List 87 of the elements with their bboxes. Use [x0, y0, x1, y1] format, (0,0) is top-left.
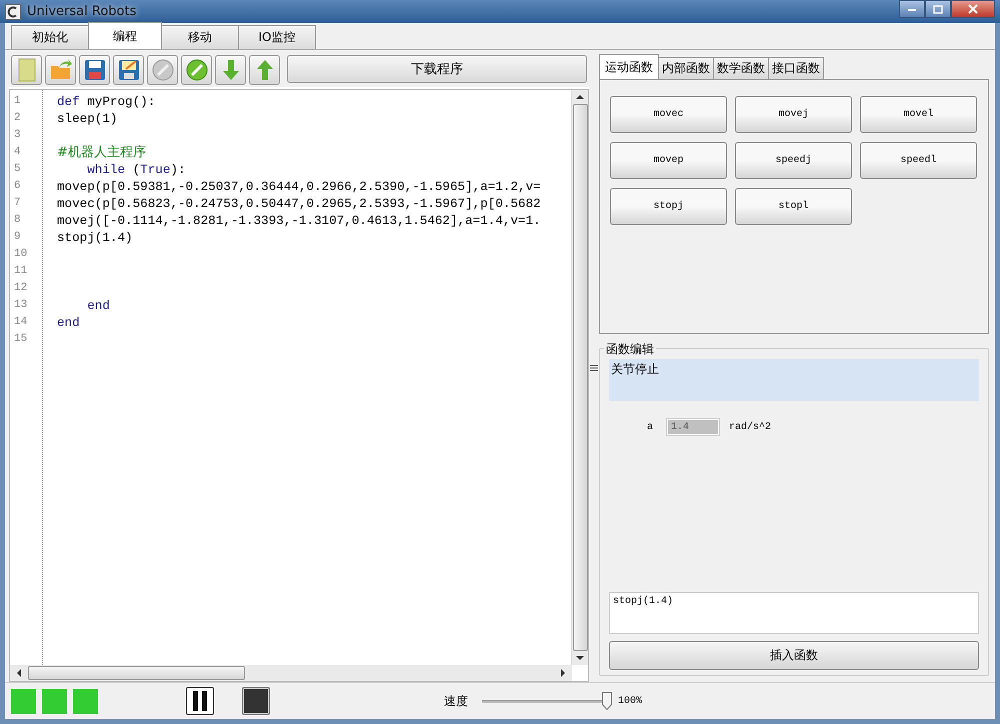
code-line: end	[86, 299, 110, 313]
open-folder-button[interactable]	[45, 55, 76, 85]
function-button[interactable]: stopl	[735, 188, 852, 225]
code-line: while (True):	[86, 163, 186, 177]
speed-reading: 100%	[618, 696, 642, 706]
scroll-right-icon	[560, 669, 566, 677]
document-icon	[16, 58, 38, 82]
horizontal-scrollbar[interactable]	[10, 665, 572, 681]
line-number: 3	[14, 128, 22, 143]
speed-label: 速度	[444, 692, 468, 710]
line-number: 4	[14, 145, 22, 160]
splitter-handle-icon[interactable]	[590, 364, 598, 372]
line-number: 1	[14, 94, 22, 109]
download-program-button[interactable]: 下载程序	[287, 55, 587, 83]
function-tab[interactable]: 运动函数	[599, 54, 659, 79]
line-number: 12	[14, 281, 28, 296]
scroll-up-icon	[576, 94, 584, 100]
maximize-icon	[933, 4, 943, 14]
line-number: 8	[14, 213, 22, 228]
function-preview-field[interactable]: stopj(1.4)	[609, 592, 979, 634]
main-tab[interactable]: 初始化	[11, 25, 89, 49]
up-arrow-button[interactable]	[249, 55, 280, 85]
circle-slash-icon	[184, 58, 208, 82]
code-line: movec(p[0.56823,-0.24753,0.50447,0.2965,2.5393,-1.5967],p[0.5682	[57, 197, 541, 211]
code-line: sleep(1)	[57, 112, 118, 126]
line-number: 14	[14, 315, 28, 330]
line-number: 13	[14, 298, 28, 313]
line-number: 5	[14, 162, 22, 177]
line-number: 2	[14, 111, 22, 126]
function-button[interactable]: movej	[735, 96, 852, 133]
code-line: #机器人主程序	[57, 146, 146, 160]
function-tab[interactable]: 数学函数	[713, 57, 769, 79]
scrollbar-thumb[interactable]	[572, 104, 588, 651]
parameter-unit: rad/s^2	[729, 422, 772, 432]
function-button[interactable]: movep	[610, 142, 727, 179]
scroll-left-icon	[16, 669, 22, 677]
toolbar-button[interactable]	[181, 55, 212, 85]
maximize-button[interactable]	[925, 0, 951, 18]
scrollbar-thumb[interactable]	[28, 666, 245, 680]
code-line: def myProg():	[57, 95, 156, 109]
minimize-icon	[907, 6, 917, 12]
floppy-disk-pencil-icon	[118, 59, 140, 81]
stop-button[interactable]	[242, 687, 270, 715]
status-lamp	[11, 688, 36, 714]
line-number: 6	[14, 179, 22, 194]
speed-slider[interactable]	[482, 692, 612, 710]
slider-thumb[interactable]	[602, 692, 612, 710]
main-tab[interactable]: 编程	[88, 22, 162, 49]
function-tab[interactable]: 接口函数	[768, 57, 824, 79]
line-number: 10	[14, 247, 28, 262]
function-button[interactable]: speedj	[735, 142, 852, 179]
app-icon	[5, 4, 21, 20]
window-title: Universal Robots	[27, 4, 136, 19]
pause-button[interactable]	[186, 687, 214, 715]
scroll-down-icon	[576, 655, 584, 661]
line-number: 15	[14, 332, 28, 347]
function-tab[interactable]: 内部函数	[658, 57, 714, 79]
down-arrow-button[interactable]	[215, 55, 246, 85]
save-as-button[interactable]	[113, 55, 144, 85]
code-line: movep(p[0.59381,-0.25037,0.36444,0.2966,2.5390,-1.5965],a=1.2,v=	[57, 180, 541, 194]
close-icon	[968, 4, 978, 14]
code-line: stopj(1.4)	[57, 231, 133, 245]
function-button[interactable]: stopj	[610, 188, 727, 225]
circle-slash-icon	[150, 58, 174, 82]
group-title: 函数编辑	[604, 341, 656, 358]
code-line: movej([-0.1114,-1.8281,-1.3393,-1.3107,0.4613,1.5462],a=1.4,v=1.	[57, 214, 541, 228]
insert-function-button[interactable]: 插入函数	[609, 641, 979, 670]
function-button[interactable]: speedl	[860, 142, 977, 179]
save-button[interactable]	[79, 55, 110, 85]
close-button[interactable]	[951, 0, 995, 18]
new-file-button[interactable]	[11, 55, 42, 85]
parameter-input[interactable]: 1.4	[667, 419, 720, 435]
code-line: end	[57, 316, 80, 330]
main-tab[interactable]: IO监控	[238, 25, 316, 49]
function-description: 关节停止	[609, 359, 979, 401]
vertical-scrollbar[interactable]	[571, 90, 588, 665]
main-tab[interactable]: 移动	[161, 25, 239, 49]
line-number: 9	[14, 230, 22, 245]
folder-icon	[48, 58, 72, 82]
minimize-button[interactable]	[899, 0, 925, 18]
function-button[interactable]: movel	[860, 96, 977, 133]
parameter-label: a	[647, 422, 654, 432]
function-button[interactable]: movec	[610, 96, 727, 133]
line-number: 7	[14, 196, 22, 211]
line-number: 11	[14, 264, 28, 279]
status-lamp	[73, 688, 98, 714]
status-lamp	[42, 688, 67, 714]
